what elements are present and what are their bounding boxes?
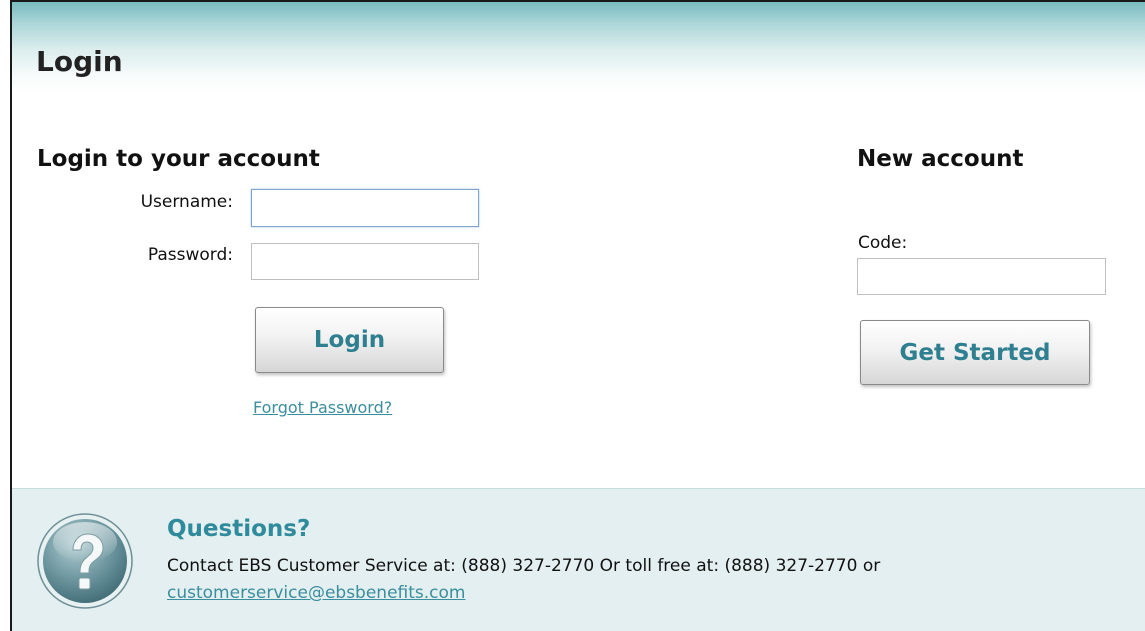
contact-text: Contact EBS Customer Service at: (888) 3… bbox=[167, 556, 881, 576]
username-input[interactable] bbox=[251, 189, 479, 227]
login-panel: Login Login to your account Username: Pa… bbox=[10, 0, 1145, 631]
questions-title: Questions? bbox=[167, 516, 311, 542]
code-input[interactable] bbox=[857, 258, 1106, 295]
login-section-title: Login to your account bbox=[37, 146, 320, 172]
password-input[interactable] bbox=[251, 243, 479, 280]
help-footer: Questions? Contact EBS Customer Service … bbox=[12, 488, 1145, 631]
login-button[interactable]: Login bbox=[255, 307, 444, 373]
question-mark-icon bbox=[36, 512, 134, 610]
password-label: Password: bbox=[147, 245, 233, 265]
page-title: Login bbox=[36, 45, 123, 78]
customer-service-email-link[interactable]: customerservice@ebsbenefits.com bbox=[167, 585, 465, 602]
forgot-password-link[interactable]: Forgot Password? bbox=[253, 400, 392, 416]
get-started-button[interactable]: Get Started bbox=[860, 320, 1090, 385]
code-label: Code: bbox=[858, 233, 908, 253]
page-header: Login bbox=[12, 2, 1145, 94]
username-label: Username: bbox=[140, 192, 233, 212]
new-account-title: New account bbox=[857, 146, 1024, 172]
